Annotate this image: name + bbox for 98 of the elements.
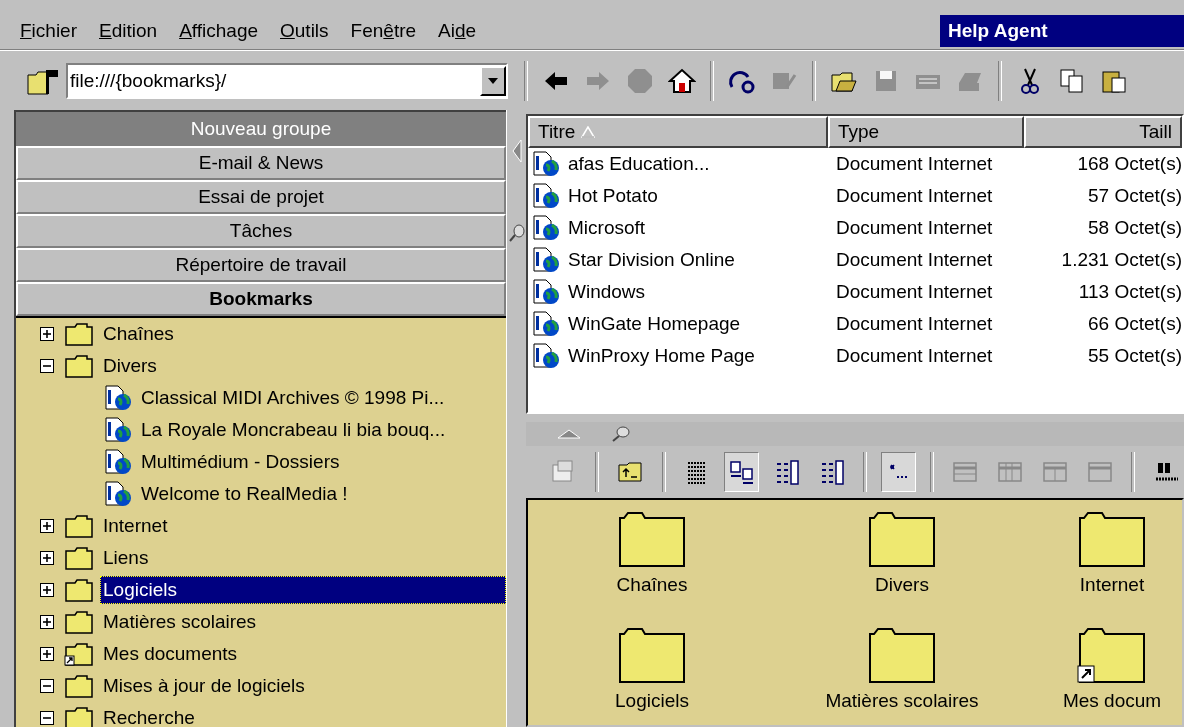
internet-document-icon	[102, 417, 132, 443]
file-size: 66 Octet(s)	[1088, 313, 1182, 335]
tree-item[interactable]: Classical MIDI Archives © 1998 Pi...	[138, 384, 506, 412]
internet-document-icon	[530, 151, 560, 177]
file-title[interactable]: afas Education...	[568, 153, 710, 175]
folder-label[interactable]: Internet	[1079, 574, 1145, 596]
file-title[interactable]: WinGate Homepage	[568, 313, 741, 335]
group-tab[interactable]: Nouveau groupe	[16, 112, 506, 146]
address-field[interactable]: file:///{bookmarks}/	[66, 62, 508, 99]
internet-document-icon	[530, 247, 560, 273]
file-size: 57 Octet(s)	[1088, 185, 1182, 207]
file-type: Document Internet	[836, 281, 993, 303]
menu-item[interactable]: Outils	[280, 15, 329, 47]
collapse-icon[interactable]	[40, 679, 54, 693]
folder-icon[interactable]	[867, 510, 937, 568]
tree-item[interactable]: Chaînes	[100, 320, 506, 348]
expand-icon[interactable]	[40, 519, 54, 533]
column-header[interactable]: Type	[828, 116, 1024, 148]
group-tab[interactable]: Tâches	[16, 214, 506, 248]
column-header[interactable]: Titre	[528, 116, 828, 148]
file-title[interactable]: Hot Potato	[568, 185, 658, 207]
menu-item[interactable]: Edition	[99, 15, 158, 47]
group-tab[interactable]: Essai de projet	[16, 180, 506, 214]
folder-icon[interactable]	[617, 510, 687, 568]
dropdown-button[interactable]	[480, 65, 506, 96]
file-title[interactable]: Microsoft	[568, 217, 646, 239]
menu-item[interactable]: Fenêtre	[350, 15, 417, 47]
group-tab[interactable]: Bookmarks	[16, 282, 506, 316]
toolbar-icon	[997, 459, 1024, 485]
file-type: Document Internet	[836, 313, 993, 335]
internet-document-icon	[530, 183, 560, 209]
group-tab[interactable]: E-mail & News	[16, 146, 506, 180]
expand-icon[interactable]	[40, 327, 54, 341]
internet-document-icon	[530, 279, 560, 305]
file-size: 1.231 Octet(s)	[1061, 249, 1182, 271]
file-type: Document Internet	[836, 217, 993, 239]
view-large-icons-button[interactable]	[724, 452, 760, 492]
tree-item[interactable]: Mises à jour de logiciels	[100, 672, 506, 700]
sort-icon	[581, 126, 596, 138]
expand-icon[interactable]	[40, 583, 54, 597]
folder-icon[interactable]	[867, 626, 937, 684]
file-type: Document Internet	[836, 345, 993, 367]
menu-item[interactable]: Affichage	[179, 15, 258, 47]
tree-item[interactable]: Matières scolaires	[100, 608, 506, 636]
internet-document-icon	[102, 481, 132, 507]
file-type: Document Internet	[836, 249, 993, 271]
expand-icon[interactable]	[40, 647, 54, 661]
tree-item[interactable]: Internet	[100, 512, 506, 540]
column-header[interactable]: Taill	[1024, 116, 1182, 148]
help-agent-title: Help Agent	[940, 15, 1184, 47]
file-size: 58 Octet(s)	[1088, 217, 1182, 239]
folder-label[interactable]: Mes docum	[1062, 690, 1162, 712]
folder-label[interactable]: Matières scolaires	[825, 690, 979, 712]
tree-item[interactable]: Multimédium - Dossiers	[138, 448, 506, 476]
tree-item[interactable]: La Royale Moncrabeau li bia bouq...	[138, 416, 506, 444]
view-filter-button[interactable]	[880, 452, 916, 492]
toolbar-icon	[952, 459, 979, 485]
toolbar-icon	[728, 459, 755, 485]
file-title[interactable]: Windows	[568, 281, 646, 303]
folder-label[interactable]: Divers	[875, 574, 929, 596]
home-icon[interactable]	[668, 66, 696, 95]
tree-item[interactable]: Divers	[100, 352, 506, 380]
collapse-arrow-icon[interactable]	[510, 138, 523, 164]
toolbar-icon	[1086, 459, 1113, 485]
tree-item[interactable]: Mes documents	[100, 640, 506, 668]
collapse-icon[interactable]	[40, 711, 54, 725]
expand-icon[interactable]	[40, 615, 54, 629]
collapse-icon[interactable]	[40, 359, 54, 373]
caret-icon	[487, 76, 499, 85]
tree-item[interactable]: Welcome to RealMedia !	[138, 480, 506, 508]
folder-icon[interactable]	[617, 626, 687, 684]
group-tab[interactable]: Répertoire de travail	[16, 248, 506, 282]
copy-icon[interactable]	[1058, 66, 1086, 95]
folder-icon[interactable]	[1077, 510, 1147, 568]
tree-item[interactable]: Recherche	[100, 704, 506, 727]
folder-label[interactable]: Logiciels	[615, 690, 689, 712]
file-type: Document Internet	[836, 153, 993, 175]
file-type: Document Internet	[836, 185, 993, 207]
expand-icon[interactable]	[40, 551, 54, 565]
folder-shortcut-icon[interactable]	[1077, 626, 1147, 684]
file-title[interactable]: Star Division Online	[568, 249, 735, 271]
internet-document-icon	[102, 385, 132, 411]
file-size: 113 Octet(s)	[1078, 281, 1182, 303]
internet-document-icon	[102, 449, 132, 475]
folder-label[interactable]: Chaînes	[616, 574, 688, 596]
menu-item[interactable]: Fichier	[20, 15, 77, 47]
internet-document-icon	[530, 215, 560, 241]
toolbar-icon	[1041, 459, 1068, 485]
tree-item[interactable]: Logiciels	[100, 576, 506, 604]
file-size: 55 Octet(s)	[1088, 345, 1182, 367]
file-title[interactable]: WinProxy Home Page	[568, 345, 755, 367]
internet-document-icon	[530, 311, 560, 337]
menu-item[interactable]: Aide	[438, 15, 477, 47]
tree-item[interactable]: Liens	[100, 544, 506, 572]
file-size: 168 Octet(s)	[1077, 153, 1182, 175]
toolbar-icon	[617, 459, 644, 485]
collapse-arrow-icon[interactable]	[556, 428, 582, 440]
internet-document-icon	[530, 343, 560, 369]
